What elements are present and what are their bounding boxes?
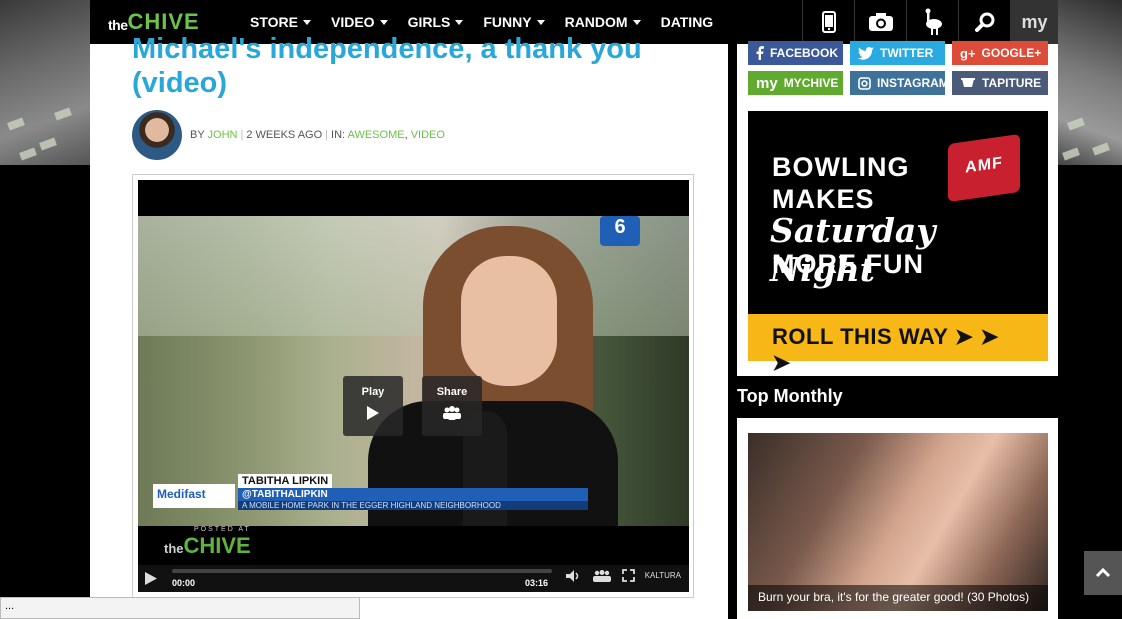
ad-line-more-fun: MORE FUN — [772, 249, 924, 279]
seek-bar[interactable] — [172, 569, 552, 573]
watermark-the: the — [164, 541, 184, 556]
ad-cta-label: ROLL THIS WAY — [772, 324, 949, 349]
mychive-button[interactable]: my MYCHIVE — [748, 71, 843, 95]
article-column: Michael's independence, a thank you (vid… — [90, 33, 728, 619]
tapiture-button[interactable]: TAPITURE — [952, 71, 1048, 95]
my-account-button[interactable]: my — [1010, 0, 1058, 44]
mychive-icon: my — [756, 74, 778, 92]
category-link-awesome[interactable]: AWESOME — [348, 129, 405, 141]
ad-cta[interactable]: ROLL THIS WAY ➤ ➤ ➤ — [748, 314, 1048, 375]
ad-line-bowling: BOWLING — [772, 152, 910, 182]
amf-advertisement[interactable]: BOWLING MAKES Saturday Night MORE FUN AMF… — [748, 111, 1048, 375]
article-meta: BY JOHN | 2 WEEKS AGO | IN: AWESOME, VIDEO — [132, 110, 445, 160]
chevron-up-icon — [1095, 568, 1111, 578]
by-prefix: BY — [190, 129, 208, 141]
background-photo-right — [1058, 0, 1122, 165]
author-link[interactable]: JOHN — [208, 129, 238, 141]
scroll-to-top-button[interactable] — [1084, 551, 1122, 595]
lower-third: Medifast TABITHA LIPKIN @TABITHALIPKIN A… — [138, 474, 689, 510]
reporter-name: TABITHA LIPKIN — [238, 474, 333, 488]
nav-item-label: GIRLS — [407, 14, 451, 30]
tapiture-label: TAPITURE — [982, 76, 1042, 90]
share-button[interactable]: Share — [422, 376, 482, 436]
control-play-button[interactable] — [138, 572, 164, 585]
facebook-label: FACEBOOK — [770, 46, 839, 60]
twitter-label: TWITTER — [880, 46, 934, 60]
caret-down-icon — [536, 19, 545, 25]
top-monthly-header: Top Monthly — [728, 376, 1058, 418]
kaltura-logo[interactable]: KALTURA — [645, 571, 681, 580]
nav-item-label: VIDEO — [330, 14, 375, 30]
google-plus-label: GOOGLE+ — [981, 46, 1042, 60]
logo-the: the — [108, 17, 128, 33]
amf-logo: AMF — [948, 133, 1020, 203]
posted-at-label: POSTED AT — [194, 526, 251, 533]
watermark-chive: CHIVE — [183, 533, 251, 558]
nav-item-dating[interactable]: DATING — [651, 0, 724, 44]
google-plus-button[interactable]: g+ GOOGLE+ — [952, 41, 1048, 65]
post-time: 2 WEEKS AGO — [246, 129, 323, 141]
video-controls: 00:00 03:16 KALTURA — [138, 565, 689, 592]
camera-icon[interactable] — [854, 0, 906, 44]
facebook-button[interactable]: FACEBOOK — [748, 41, 843, 65]
time-total: 03:16 — [525, 578, 549, 588]
browser-status-bar: ... — [0, 597, 360, 619]
ostrich-icon[interactable] — [906, 0, 958, 44]
thumbnail-caption[interactable]: Burn your bra, it's for the greater good… — [748, 585, 1048, 611]
lower-third-subtitle: A MOBILE HOME PARK IN THE EGGER HIGHLAND… — [238, 501, 588, 510]
fullscreen-icon[interactable] — [621, 569, 635, 582]
sponsor-logo: Medifast — [153, 484, 235, 508]
instagram-label: INSTAGRAM — [877, 76, 949, 90]
google-plus-icon: g+ — [960, 45, 976, 61]
in-prefix: IN: — [331, 129, 348, 141]
caret-down-icon — [379, 19, 388, 25]
nav-item-label: RANDOM — [564, 14, 628, 30]
reporter-handle: @TABITHALIPKIN — [238, 488, 588, 501]
author-avatar[interactable] — [132, 110, 182, 160]
video-player[interactable]: 6 Medifast TABITHA LIPKIN @TABITHALIPKIN… — [138, 180, 689, 592]
caret-down-icon — [632, 19, 641, 25]
twitter-icon — [858, 46, 874, 60]
play-icon — [367, 406, 379, 420]
instagram-icon — [858, 76, 871, 90]
video-frame[interactable]: 6 Medifast TABITHA LIPKIN @TABITHALIPKIN… — [138, 216, 689, 526]
caret-down-icon — [455, 19, 464, 25]
time-current: 00:00 — [172, 578, 196, 588]
people-icon — [443, 406, 461, 420]
mychive-label: MYCHIVE — [783, 76, 839, 90]
phone-icon[interactable] — [802, 0, 854, 44]
nav-item-label: STORE — [250, 14, 298, 30]
play-button[interactable]: Play — [343, 376, 403, 436]
article-title[interactable]: Michael's independence, a thank you (vid… — [132, 32, 652, 100]
category-link-video[interactable]: VIDEO — [411, 129, 445, 141]
volume-icon[interactable] — [565, 569, 582, 582]
caret-down-icon — [302, 19, 311, 25]
background-photo-left — [0, 0, 90, 165]
nav-item-label: FUNNY — [483, 14, 532, 30]
tapiture-icon — [960, 77, 976, 89]
search-icon[interactable] — [958, 0, 1010, 44]
nav-item-label: DATING — [660, 14, 714, 30]
ad-line-makes: MAKES — [772, 184, 875, 214]
share-people-icon[interactable] — [592, 569, 612, 582]
twitter-button[interactable]: TWITTER — [850, 41, 945, 65]
top-monthly-thumbnail[interactable]: Burn your bra, it's for the greater good… — [748, 433, 1048, 611]
instagram-button[interactable]: INSTAGRAM — [850, 71, 949, 95]
channel-logo: 6 — [600, 216, 640, 246]
posted-at-watermark: POSTED AT theCHIVE — [164, 526, 251, 559]
share-label: Share — [436, 386, 468, 398]
video-embed: 6 Medifast TABITHA LIPKIN @TABITHALIPKIN… — [132, 174, 694, 598]
facebook-icon — [756, 46, 764, 60]
play-label: Play — [361, 386, 385, 398]
